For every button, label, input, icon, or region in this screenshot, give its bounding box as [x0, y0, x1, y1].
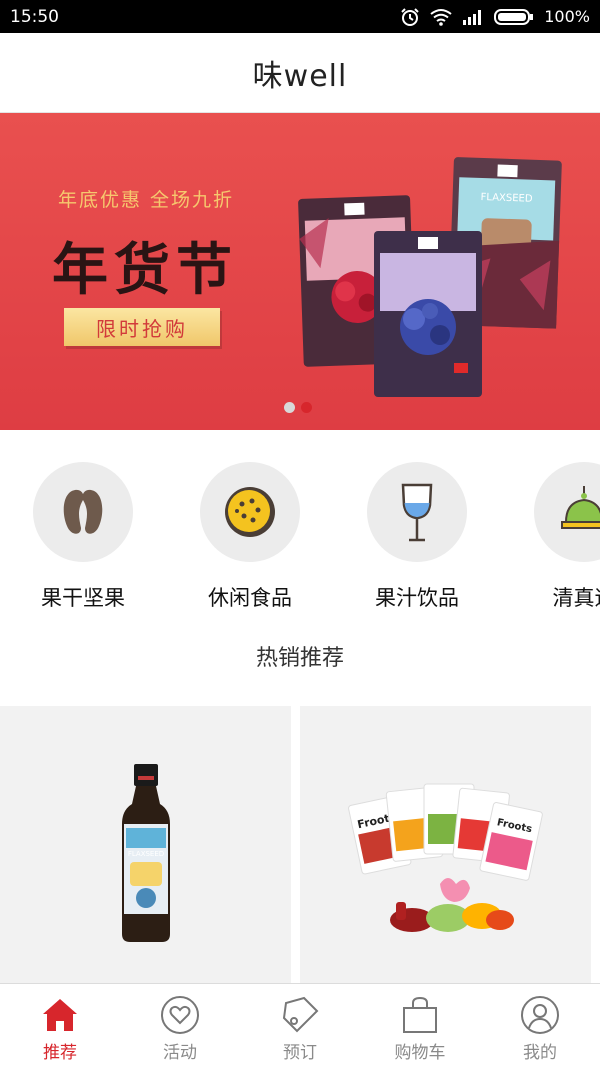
category-label: 清真速 — [552, 586, 600, 610]
bottom-nav: 推荐 活动 预订 购物车 我的 — [0, 983, 600, 1067]
status-bar: 15:50 100% — [0, 0, 600, 33]
battery-icon — [494, 8, 534, 25]
signal-icon — [463, 9, 482, 25]
category-label: 果汁饮品 — [375, 586, 459, 610]
category-label: 休闲食品 — [208, 586, 292, 610]
product-card-flaxseed-oil[interactable]: FLAXSEED — [0, 706, 291, 986]
nav-label: 预订 — [283, 1043, 317, 1063]
category-row: 果干坚果 休闲食品 果汁饮品 清真 — [0, 430, 600, 625]
tag-icon — [279, 994, 321, 1036]
cookie-icon — [200, 462, 300, 562]
banner-dot-1[interactable] — [284, 402, 295, 413]
wine-glass-icon — [367, 462, 467, 562]
promo-banner[interactable]: 年底优惠 全场九折 年货节 限时抢购 FLAXSEED — [0, 113, 600, 430]
wifi-icon — [430, 8, 452, 26]
status-time: 15:50 — [10, 6, 59, 27]
alarm-icon — [401, 7, 419, 26]
home-icon — [39, 994, 81, 1036]
product-image: FLAXSEED — [122, 764, 170, 942]
heart-icon — [159, 994, 201, 1036]
section-title: 热销推荐 — [255, 646, 344, 671]
user-icon — [519, 994, 561, 1036]
category-label: 果干坚果 — [41, 586, 125, 610]
nav-label: 推荐 — [43, 1043, 77, 1063]
mosque-icon — [534, 462, 600, 562]
product-label: FLAXSEED — [128, 850, 164, 858]
product-image: Froots Froots — [348, 783, 543, 932]
svg-text:FLAXSEED: FLAXSEED — [480, 192, 533, 205]
nav-preorder[interactable]: 预订 — [240, 984, 360, 1067]
nuts-icon — [33, 462, 133, 562]
banner-product-image: FLAXSEED — [298, 157, 562, 397]
nav-label: 购物车 — [394, 1043, 446, 1063]
product-card-fruit-snacks[interactable]: Froots Froots — [300, 706, 591, 986]
app-title: 味well — [252, 58, 348, 94]
status-icons: 100% — [400, 7, 590, 27]
category-snacks[interactable]: 休闲食品 — [190, 462, 310, 612]
nav-activity[interactable]: 活动 — [120, 984, 240, 1067]
shopping-bag-icon — [399, 994, 441, 1036]
banner-title: 年货节 — [52, 237, 238, 303]
app-header: 味well — [0, 33, 600, 113]
battery-level: 100% — [544, 7, 590, 26]
banner-dot-2[interactable] — [301, 402, 312, 413]
nav-label: 我的 — [523, 1043, 557, 1063]
category-nuts[interactable]: 果干坚果 — [23, 462, 143, 612]
nav-recommend[interactable]: 推荐 — [0, 984, 120, 1067]
nav-cart[interactable]: 购物车 — [360, 984, 480, 1067]
banner-cta-button[interactable]: 限时抢购 — [64, 308, 220, 346]
nav-profile[interactable]: 我的 — [480, 984, 600, 1067]
banner-subtitle: 年底优惠 全场九折 — [58, 189, 235, 211]
banner-pagination — [284, 402, 312, 413]
nav-label: 活动 — [163, 1043, 197, 1063]
product-grid: FLAXSEED Froots Froots — [0, 706, 600, 986]
category-drinks[interactable]: 果汁饮品 — [357, 462, 477, 612]
category-halal[interactable]: 清真速 — [524, 462, 600, 612]
